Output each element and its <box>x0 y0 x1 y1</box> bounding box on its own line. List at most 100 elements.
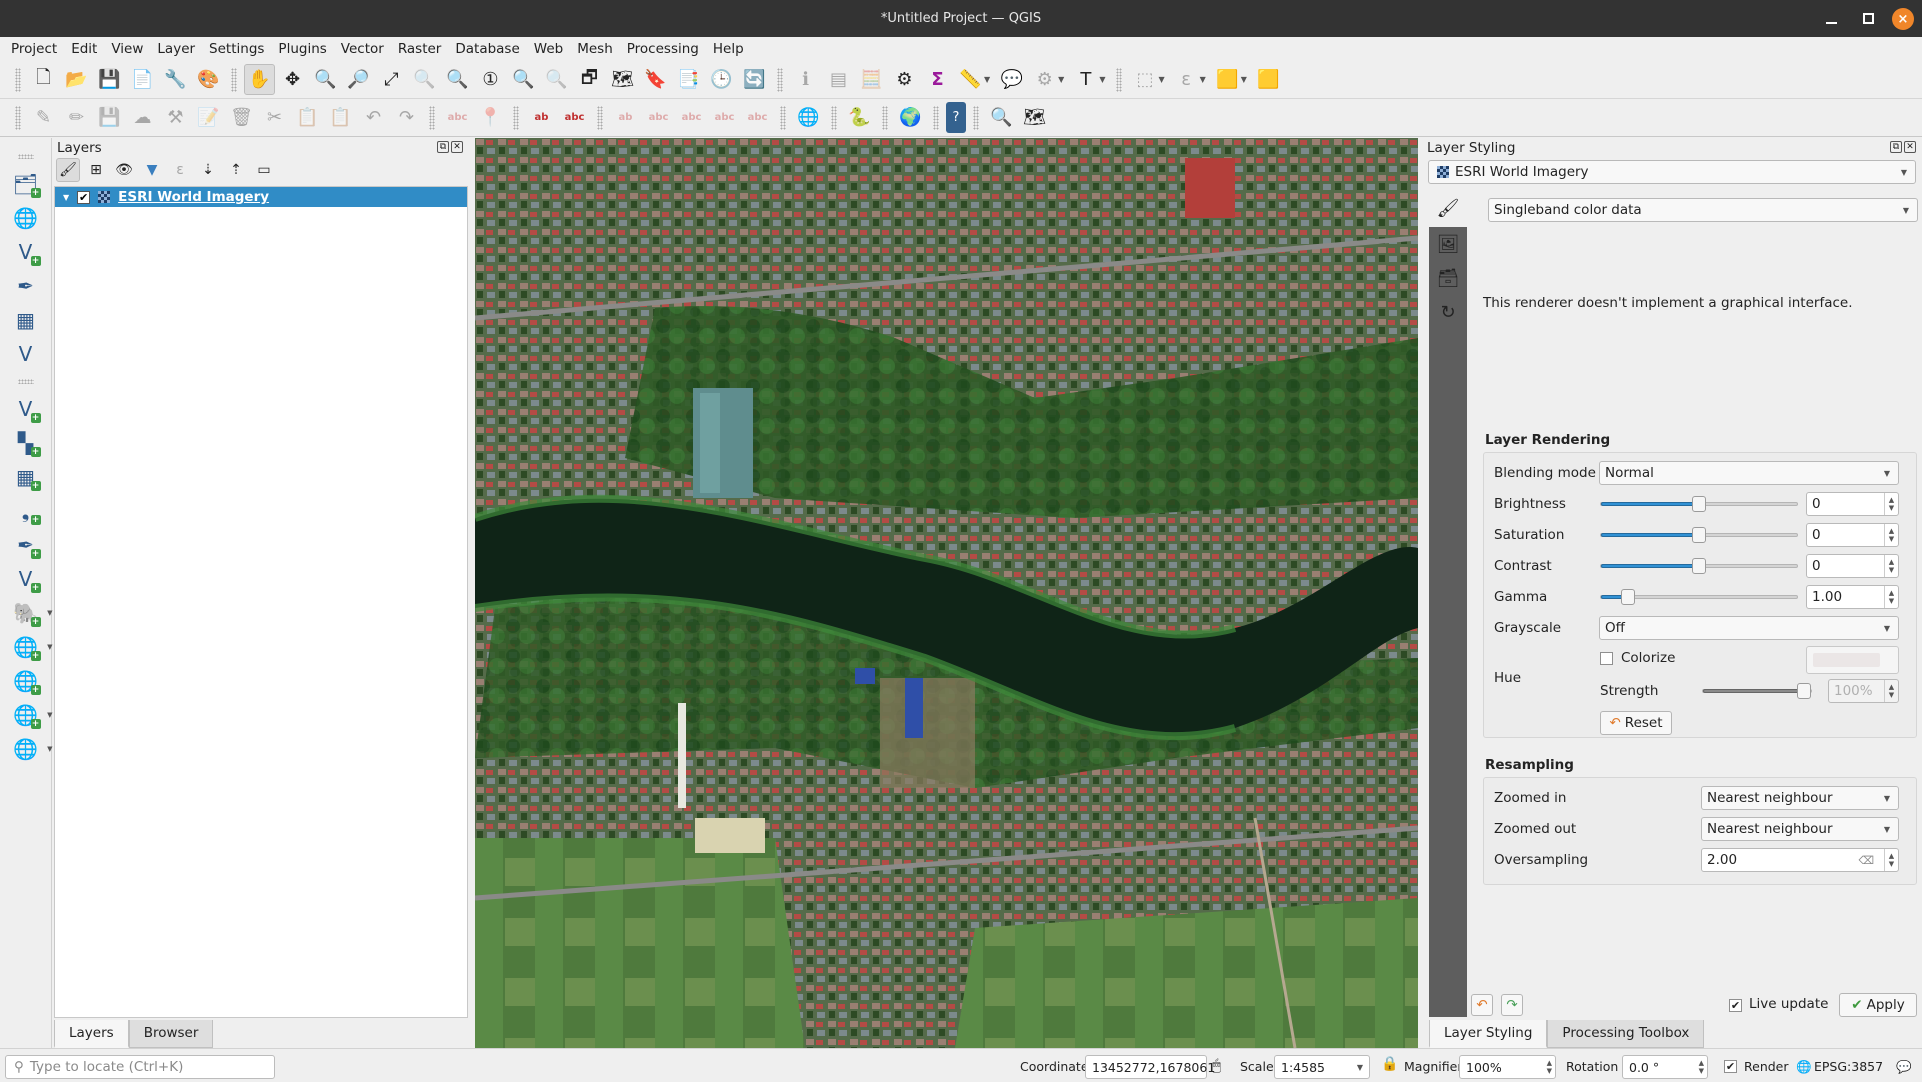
new-print-layout-icon[interactable]: 📄 <box>127 64 158 95</box>
style-manager-icon[interactable]: 🎨 <box>193 64 224 95</box>
cut-features-icon[interactable]: ✂ <box>259 102 290 133</box>
rotation-spinbox[interactable]: 0.0 ° ▲ ▼ <box>1622 1055 1708 1079</box>
reset-button[interactable]: ↶ Reset <box>1600 711 1672 735</box>
toolbar-grip[interactable] <box>780 105 786 130</box>
oversampling-spinbox[interactable]: 2.00 ⌫ ▲ ▼ <box>1701 848 1899 872</box>
zoom-in-icon[interactable]: 🔍 <box>310 64 341 95</box>
menu-view[interactable]: View <box>104 41 150 57</box>
zoom-last-icon[interactable]: 🔍 <box>508 64 539 95</box>
toolbar-grip[interactable] <box>777 67 783 92</box>
toolbar-grip[interactable] <box>17 379 34 384</box>
zoom-to-selection-icon[interactable]: 🔍 <box>409 64 440 95</box>
grayscale-combo[interactable]: Off ▼ <box>1599 616 1899 640</box>
spin-arrows-icon[interactable]: ▲ ▼ <box>1884 555 1898 577</box>
crs-button[interactable]: EPSG:3857 <box>1814 1059 1883 1074</box>
toolbar-grip[interactable] <box>231 67 237 92</box>
renderer-type-combo[interactable]: Singleband color data ▼ <box>1488 198 1918 222</box>
pan-to-selection-icon[interactable]: ✥ <box>277 64 308 95</box>
deselect-all-icon[interactable]: 🟨 <box>1212 64 1243 95</box>
delete-selected-icon[interactable]: 🗑 <box>226 102 257 133</box>
toolbar-grip[interactable] <box>15 105 21 130</box>
tab-browser[interactable]: Browser <box>128 1020 214 1048</box>
toolbar-grip[interactable] <box>933 105 939 130</box>
layer-labeling-options-icon[interactable]: ab <box>526 102 557 133</box>
transparency-tab-icon[interactable]: 🖼 <box>1435 231 1461 257</box>
add-spatialite-layer-icon[interactable]: ✒ + <box>9 530 43 560</box>
geometry-checker-icon[interactable]: 🌍 <box>895 102 926 133</box>
apply-button[interactable]: ✔ Apply <box>1839 993 1917 1017</box>
show-bookmarks-icon[interactable]: 📑 <box>673 64 704 95</box>
menu-settings[interactable]: Settings <box>202 41 271 57</box>
filter-by-expression-icon[interactable]: ε <box>168 158 192 182</box>
live-update-checkbox[interactable]: ✔ <box>1729 999 1742 1012</box>
layer-diagram-options-icon[interactable]: abc <box>559 102 590 133</box>
spin-arrows-icon[interactable]: ▲ ▼ <box>1884 586 1898 608</box>
move-label-icon[interactable]: abc <box>676 102 707 133</box>
help-icon[interactable]: ? <box>946 102 966 133</box>
new-project-icon[interactable]: 🗋 <box>28 64 59 95</box>
dropdown-arrow-icon[interactable]: ▼ <box>47 745 52 753</box>
new-bookmark-icon[interactable]: 🔖 <box>640 64 671 95</box>
add-wfs-layer-icon[interactable]: 🌐 + ▼ <box>9 700 53 730</box>
layer-select-combo[interactable]: ESRI World Imagery ▼ <box>1428 160 1916 184</box>
gamma-spinbox[interactable]: 1.00 ▲ ▼ <box>1806 585 1899 609</box>
zoom-to-layer-icon[interactable]: 🔍 <box>442 64 473 95</box>
layer-visibility-checkbox[interactable]: ✔ <box>77 190 91 204</box>
contrast-slider[interactable] <box>1600 558 1798 574</box>
toolbar-grip[interactable] <box>1116 67 1123 92</box>
close-panel-button[interactable]: ✕ <box>451 141 463 153</box>
slider-handle[interactable] <box>1692 558 1706 574</box>
toolbar-grip[interactable] <box>17 154 34 159</box>
statistical-summary-icon[interactable]: Σ <box>922 64 953 95</box>
messages-icon[interactable]: 💬 <box>1896 1059 1912 1075</box>
tab-layer-styling[interactable]: Layer Styling <box>1429 1020 1548 1048</box>
slider-handle[interactable] <box>1621 589 1635 605</box>
zoom-out-icon[interactable]: 🔎 <box>343 64 374 95</box>
toolbar-grip[interactable] <box>429 105 435 130</box>
spin-arrows-icon[interactable]: ▲ ▼ <box>1884 849 1898 871</box>
paste-features-icon[interactable]: 📋 <box>325 102 356 133</box>
history-tab-icon[interactable]: 🗃 <box>1435 265 1461 291</box>
temporal-controller-icon[interactable]: 🕒 <box>706 64 737 95</box>
label-pin-icon[interactable]: 📍 <box>475 102 506 133</box>
add-postgis-layer-icon[interactable]: 🐘 + ▼ <box>9 598 53 628</box>
copy-features-icon[interactable]: 📋 <box>292 102 323 133</box>
new-geopackage-layer-icon[interactable]: 🌐 <box>9 203 43 233</box>
field-calculator-icon[interactable]: 🧮 <box>856 64 887 95</box>
add-group-icon[interactable]: ⊞ <box>84 158 108 182</box>
toolbar-grip[interactable] <box>513 105 519 130</box>
rotate-label-icon[interactable]: abc <box>709 102 740 133</box>
pan-map-icon[interactable]: ✋ <box>244 64 275 95</box>
spin-arrows-icon[interactable]: ▲ ▼ <box>1884 493 1898 515</box>
menu-edit[interactable]: Edit <box>64 41 104 57</box>
actions-icon[interactable]: ⚙ <box>1029 64 1060 95</box>
quickmapservices-search-icon[interactable]: 🔍 <box>986 102 1017 133</box>
menu-layer[interactable]: Layer <box>150 41 202 57</box>
float-panel-button[interactable]: ⧉ <box>1890 141 1902 153</box>
open-project-icon[interactable]: 📂 <box>61 64 92 95</box>
float-panel-button[interactable]: ⧉ <box>437 141 449 153</box>
expand-all-icon[interactable]: ⇣ <box>196 158 220 182</box>
lock-scale-icon[interactable]: 🔒 <box>1381 1056 1398 1072</box>
slider-handle[interactable] <box>1692 527 1706 543</box>
dropdown-arrow-icon[interactable]: ▼ <box>47 711 52 719</box>
toolbar-grip[interactable] <box>882 105 888 130</box>
slider-handle[interactable] <box>1692 496 1706 512</box>
menu-help[interactable]: Help <box>706 41 751 57</box>
menu-processing[interactable]: Processing <box>620 41 706 57</box>
spin-arrows-icon[interactable]: ▲ ▼ <box>1884 680 1898 702</box>
save-edits-icon[interactable]: 💾 <box>94 102 125 133</box>
new-spatialite-layer-icon[interactable]: V <box>9 339 43 369</box>
processing-toolbox-icon[interactable]: ⚙ <box>889 64 920 95</box>
new-map-view-icon[interactable]: 🗗 <box>574 64 605 95</box>
dropdown-arrow-icon[interactable]: ▼ <box>1099 75 1105 84</box>
scale-combo[interactable]: 1:4585 ▼ <box>1274 1055 1370 1079</box>
zoom-next-icon[interactable]: 🔍 <box>541 64 572 95</box>
plugin-icon[interactable]: 🗺 <box>1019 102 1050 133</box>
dropdown-arrow-icon[interactable]: ▼ <box>984 75 990 84</box>
open-styling-panel-icon[interactable]: 🖌 <box>56 158 80 182</box>
layout-manager-icon[interactable]: 🔧 <box>160 64 191 95</box>
spin-arrows-icon[interactable]: ▲ ▼ <box>1699 1059 1704 1075</box>
toolbar-grip[interactable] <box>831 105 837 130</box>
menu-vector[interactable]: Vector <box>334 41 391 57</box>
